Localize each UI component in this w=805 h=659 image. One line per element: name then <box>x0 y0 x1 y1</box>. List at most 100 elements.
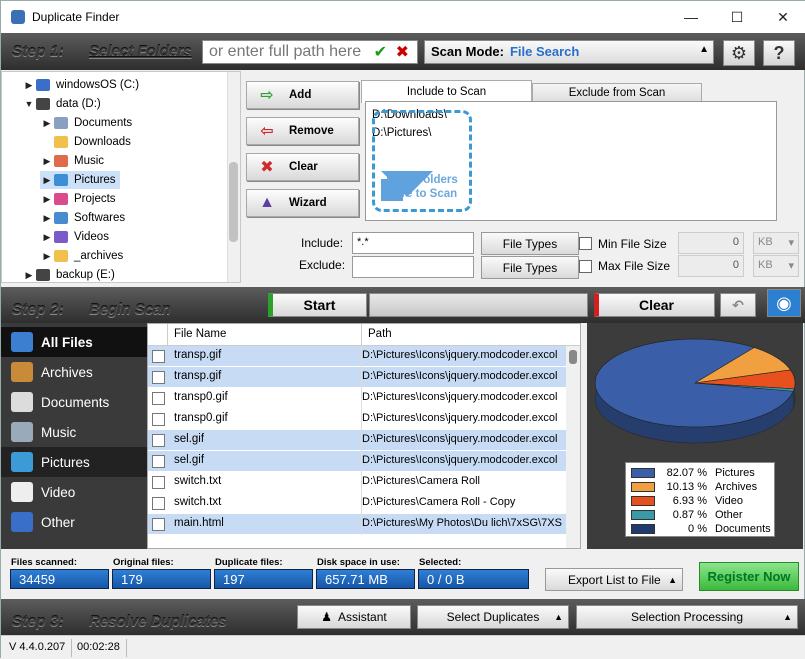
tree-item-projects[interactable]: ▶ Projects <box>40 190 116 208</box>
preview-button[interactable]: ◉ <box>767 289 801 317</box>
table-row[interactable]: switch.txt D:\Pictures\Camera Roll - Copy <box>148 493 568 514</box>
row-checkbox[interactable] <box>152 476 165 489</box>
tree-item-pictures[interactable]: ▶ Pictures <box>40 171 120 189</box>
tree-scrollbar[interactable] <box>227 72 240 282</box>
select-duplicates-dropdown[interactable]: Select Duplicates ▲ <box>417 605 569 629</box>
exclude-filter-input[interactable] <box>352 256 474 278</box>
expander-icon[interactable]: ▶ <box>40 213 54 224</box>
row-checkbox[interactable] <box>152 350 165 363</box>
scan-mode-dropdown[interactable]: Scan Mode: File Search ▲ <box>424 40 714 64</box>
cancel-path-icon[interactable]: ✖ <box>396 42 409 62</box>
max-size-checkbox[interactable] <box>579 260 592 273</box>
tree-scrollbar-thumb[interactable] <box>229 162 238 242</box>
max-size-unit[interactable]: KB ▾ <box>753 255 799 277</box>
register-now-button[interactable]: Register Now <box>699 562 799 591</box>
tree-item-label: Videos <box>74 231 109 243</box>
drop-folders-area[interactable]: Drop Folders Here to Scan <box>372 110 472 212</box>
min-size-unit[interactable]: KB ▾ <box>753 232 799 254</box>
confirm-path-icon[interactable]: ✔ <box>374 42 387 62</box>
expander-icon[interactable]: ▼ <box>22 99 36 109</box>
table-row[interactable]: switch.txt D:\Pictures\Camera Roll <box>148 472 568 493</box>
category-music[interactable]: Music <box>1 417 147 447</box>
start-button[interactable]: Start <box>268 293 367 317</box>
folder-tree[interactable]: ▶ windowsOS (C:) ▼ data (D:) ▶ Documents Downl… <box>1 71 241 283</box>
row-checkbox[interactable] <box>152 518 165 531</box>
exclude-file-types-button[interactable]: File Types <box>481 256 579 279</box>
tree-item-documents[interactable]: ▶ Documents <box>40 114 132 132</box>
row-checkbox[interactable] <box>152 371 165 384</box>
tree-item-music[interactable]: ▶ Music <box>40 152 104 170</box>
row-checkbox[interactable] <box>152 413 165 426</box>
add-button[interactable]: ⇨ Add <box>246 81 359 109</box>
table-row[interactable]: sel.gif D:\Pictures\Icons\jquery.modcoder… <box>148 451 568 472</box>
tree-item-data-d[interactable]: ▼ data (D:) <box>22 95 101 113</box>
table-row[interactable]: transp0.gif D:\Pictures\Icons\jquery.modc… <box>148 388 568 409</box>
category-documents[interactable]: Documents <box>1 387 147 417</box>
tree-item-label: Downloads <box>74 136 131 148</box>
legend-swatch <box>631 468 655 478</box>
legend-percent: 10.13 % <box>666 481 707 493</box>
wizard-button[interactable]: ▲ Wizard <box>246 189 359 217</box>
category-pictures[interactable]: Pictures <box>1 447 147 477</box>
clear-results-button[interactable]: Clear <box>594 293 715 317</box>
max-size-input[interactable]: 0 <box>678 255 744 277</box>
help-button[interactable]: ? <box>763 40 795 66</box>
path-input[interactable]: or enter full path here ✔ ✖ <box>202 40 418 64</box>
column-header-path[interactable]: Path <box>362 324 580 346</box>
row-checkbox[interactable] <box>152 392 165 405</box>
include-list[interactable]: D:\Downloads\ D:\Pictures\ Drop Folders … <box>365 101 777 221</box>
selection-processing-dropdown[interactable]: Selection Processing ▲ <box>576 605 798 629</box>
expander-icon[interactable]: ▶ <box>22 270 36 281</box>
include-file-types-button[interactable]: File Types <box>481 232 579 255</box>
path-placeholder: or enter full path here <box>209 43 362 60</box>
tree-item-softwares[interactable]: ▶ Softwares <box>40 209 125 227</box>
minimize-button[interactable]: — <box>668 1 714 33</box>
clear-label: Clear <box>289 161 318 173</box>
table-row[interactable]: transp.gif D:\Pictures\Icons\jquery.modco… <box>148 367 568 388</box>
expander-icon[interactable]: ▶ <box>40 156 54 167</box>
table-row[interactable]: main.html D:\Pictures\My Photos\Du lich\7… <box>148 514 568 535</box>
remove-button[interactable]: ⇦ Remove <box>246 117 359 145</box>
file-name-cell: sel.gif <box>174 433 205 445</box>
category-video[interactable]: Video <box>1 477 147 507</box>
tab-include[interactable]: Include to Scan <box>361 80 532 103</box>
expander-icon[interactable]: ▶ <box>22 80 36 91</box>
expander-icon[interactable]: ▶ <box>40 194 54 205</box>
clear-list-button[interactable]: ✖ Clear <box>246 153 359 181</box>
tree-item-downloads[interactable]: Downloads <box>40 133 131 151</box>
column-header-filename[interactable]: File Name <box>168 324 362 346</box>
row-checkbox[interactable] <box>152 455 165 468</box>
category-other[interactable]: Other <box>1 507 147 537</box>
tab-exclude[interactable]: Exclude from Scan <box>532 83 702 102</box>
expander-icon[interactable]: ▶ <box>40 251 54 262</box>
expander-icon[interactable]: ▶ <box>40 118 54 129</box>
row-checkbox[interactable] <box>152 434 165 447</box>
undo-button[interactable]: ↶ <box>720 293 756 317</box>
min-size-checkbox[interactable] <box>579 237 592 250</box>
row-checkbox[interactable] <box>152 497 165 510</box>
tree-item-videos[interactable]: ▶ Videos <box>40 228 109 246</box>
results-table[interactable]: File Name Path transp.gif D:\Pictures\Ico… <box>147 323 581 549</box>
export-list-button[interactable]: Export List to File ▲ <box>545 568 683 591</box>
table-scrollbar[interactable] <box>566 346 580 548</box>
min-size-input[interactable]: 0 <box>678 232 744 254</box>
close-button[interactable]: ✕ <box>760 1 805 33</box>
table-scrollbar-thumb[interactable] <box>569 350 577 364</box>
maximize-button[interactable]: ☐ <box>714 1 760 33</box>
tree-item-backup-e[interactable]: ▶ backup (E:) <box>22 266 115 282</box>
table-row[interactable]: transp0.gif D:\Pictures\Icons\jquery.modc… <box>148 409 568 430</box>
select-folders-link[interactable]: Select Folders <box>89 43 192 60</box>
include-filter-input[interactable]: *.* <box>352 232 474 254</box>
legend-label: Pictures <box>715 467 755 479</box>
table-row[interactable]: sel.gif D:\Pictures\Icons\jquery.modcoder… <box>148 430 568 451</box>
expander-icon[interactable]: ▶ <box>40 175 54 186</box>
expander-icon[interactable]: ▶ <box>40 232 54 243</box>
tree-item-archives[interactable]: ▶ _archives <box>40 247 123 265</box>
drive-icon <box>36 98 50 110</box>
table-row[interactable]: transp.gif D:\Pictures\Icons\jquery.modco… <box>148 346 568 367</box>
tree-item-windowsos-c[interactable]: ▶ windowsOS (C:) <box>22 76 139 94</box>
assistant-button[interactable]: ♟ Assistant <box>297 605 411 629</box>
category-all-files[interactable]: All Files <box>1 327 147 357</box>
settings-button[interactable]: ⚙ <box>723 40 755 66</box>
category-archives[interactable]: Archives <box>1 357 147 387</box>
